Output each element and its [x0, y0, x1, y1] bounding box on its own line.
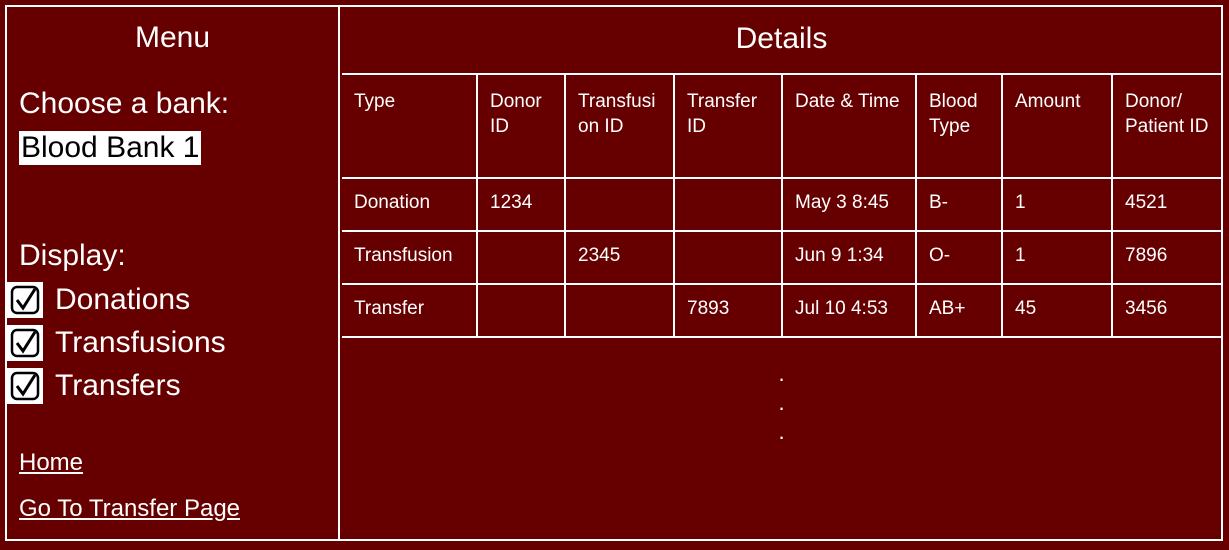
column-header-transfusion-id: Transfusion ID: [565, 75, 675, 179]
table-row: Transfusion 2345 Jun 9 1:34 O- 1 7896: [342, 231, 1221, 285]
transfusions-checkbox[interactable]: [7, 325, 43, 361]
cell-donor-patient-id: 7896: [1112, 231, 1221, 285]
column-header-donor-patient-id: Donor/ Patient ID: [1112, 75, 1221, 179]
menu-title: Menu: [134, 21, 211, 54]
check-icon: [10, 371, 40, 401]
filter-transfusions[interactable]: Transfusions: [7, 325, 226, 361]
check-icon: [10, 328, 40, 358]
filter-transfers[interactable]: Transfers: [7, 368, 181, 404]
cell-date-time: Jul 10 4:53: [782, 284, 917, 338]
cell-donor-id: 1234: [477, 178, 566, 232]
cell-donor-id: [477, 284, 566, 338]
column-header-blood-type: Blood Type: [916, 75, 1003, 179]
cell-donor-id: [477, 231, 566, 285]
records-table: Type Donor ID Transfusion ID Transfer ID…: [342, 75, 1221, 338]
column-header-donor-id: Donor ID: [477, 75, 566, 179]
bank-label: Choose a bank:: [19, 87, 230, 120]
cell-transfusion-id: [565, 178, 675, 232]
donations-checkbox[interactable]: [7, 282, 43, 318]
cell-transfusion-id: [565, 284, 675, 338]
table-row: Donation 1234 May 3 8:45 B- 1 4521: [342, 178, 1221, 232]
transfers-checkbox[interactable]: [7, 368, 43, 404]
details-title: Details: [342, 7, 1221, 75]
cell-blood-type: AB+: [916, 284, 1003, 338]
column-header-amount: Amount: [1002, 75, 1113, 179]
cell-date-time: May 3 8:45: [782, 178, 917, 232]
cell-donor-patient-id: 3456: [1112, 284, 1221, 338]
continuation-dot: .: [778, 419, 785, 444]
cell-transfer-id: [674, 231, 783, 285]
display-label: Display:: [19, 239, 126, 272]
continuation-dot: .: [778, 390, 785, 415]
cell-transfusion-id: 2345: [565, 231, 675, 285]
app-frame: Menu Choose a bank: Blood Bank 1 Display…: [5, 5, 1223, 541]
column-header-type: Type: [342, 75, 478, 179]
cell-amount: 45: [1002, 284, 1113, 338]
cell-amount: 1: [1002, 178, 1113, 232]
cell-transfer-id: [674, 178, 783, 232]
continuation-dot: .: [778, 361, 785, 386]
cell-blood-type: B-: [916, 178, 1003, 232]
table-header-row: Type Donor ID Transfusion ID Transfer ID…: [342, 75, 1221, 179]
sidebar-menu: Menu Choose a bank: Blood Bank 1 Display…: [7, 7, 340, 539]
cell-blood-type: O-: [916, 231, 1003, 285]
table-row: Transfer 7893 Jul 10 4:53 AB+ 45 3456: [342, 284, 1221, 338]
cell-type: Donation: [342, 178, 478, 232]
cell-transfer-id: 7893: [674, 284, 783, 338]
column-header-date-time: Date & Time: [782, 75, 917, 179]
transfusions-label: Transfusions: [55, 326, 226, 359]
continuation-dots: . . .: [342, 359, 1221, 446]
transfers-label: Transfers: [55, 369, 181, 402]
donations-label: Donations: [55, 283, 191, 316]
home-link[interactable]: Home: [19, 449, 83, 477]
filter-donations[interactable]: Donations: [7, 282, 190, 318]
cell-amount: 1: [1002, 231, 1113, 285]
cell-type: Transfer: [342, 284, 478, 338]
check-icon: [10, 285, 40, 315]
details-panel: Details Type Donor ID Transfusion ID Tra…: [342, 7, 1221, 539]
column-header-transfer-id: Transfer ID: [674, 75, 783, 179]
cell-date-time: Jun 9 1:34: [782, 231, 917, 285]
transfer-page-link[interactable]: Go To Transfer Page: [19, 495, 240, 523]
cell-donor-patient-id: 4521: [1112, 178, 1221, 232]
bank-select[interactable]: Blood Bank 1: [19, 131, 202, 165]
cell-type: Transfusion: [342, 231, 478, 285]
